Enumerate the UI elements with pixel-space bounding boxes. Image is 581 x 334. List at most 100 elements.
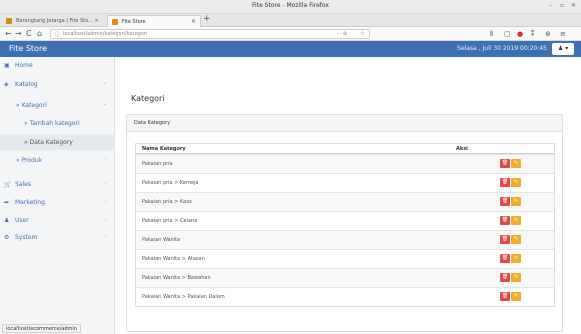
- table-row: Pakaian Wanita > Pakaian Dalam 🗑 ✎: [136, 287, 554, 306]
- edit-button[interactable]: ✎: [511, 197, 521, 206]
- sidebar-item-sales[interactable]: 🛒 Sales ‹: [0, 178, 115, 191]
- delete-button[interactable]: 🗑: [500, 235, 510, 244]
- sidebar-item-user[interactable]: ♟ User ‹: [0, 214, 115, 227]
- url-bar[interactable]: ⓘ localhost/admin/kategori/kategori ··· …: [50, 29, 370, 39]
- sidebar-item-label: » Data Kategory: [24, 138, 73, 146]
- kategori-name: Pakaian Wanita > Atasan: [142, 256, 205, 262]
- edit-button[interactable]: ✎: [511, 273, 521, 282]
- table-row: Pakaian Wanita 🗑 ✎: [136, 230, 554, 249]
- site-info-icon[interactable]: ⓘ: [55, 31, 60, 38]
- firefox-window: Fite Store - Mozilla Firefox – ▫ ✕ Baran…: [0, 0, 581, 334]
- home-button[interactable]: ⌂: [37, 29, 42, 39]
- cart-icon: 🛒: [4, 181, 12, 188]
- chevron-down-icon: ⌄: [102, 80, 107, 86]
- delete-button[interactable]: 🗑: [500, 159, 510, 168]
- table-row: Pakaian pria > Kaos 🗑 ✎: [136, 192, 554, 211]
- tab-favicon-icon: [112, 19, 118, 25]
- forward-button[interactable]: →: [15, 29, 22, 39]
- gear-icon: ⚙: [4, 234, 10, 241]
- sidebar-item-label: Home: [15, 62, 33, 69]
- brand-logo[interactable]: Fite Store: [9, 44, 47, 53]
- url-text[interactable]: localhost/admin/kategori/kategori: [63, 31, 147, 37]
- panel-header: Data Kategory: [127, 115, 562, 132]
- close-tab-icon[interactable]: ✕: [191, 18, 196, 25]
- sidebar-item-label: Sales: [15, 181, 31, 188]
- user-icon: ♟: [4, 217, 10, 224]
- addon-icon[interactable]: ●: [517, 30, 523, 38]
- delete-button[interactable]: 🗑: [500, 178, 510, 187]
- tab-fite-store[interactable]: Fite Store ✕: [107, 15, 201, 27]
- sidebar-item-label: User: [15, 217, 29, 224]
- maximize-button[interactable]: ▫: [560, 2, 564, 9]
- table-row: Pakaian pria > Celana 🗑 ✎: [136, 211, 554, 230]
- sidebar-item-tambah-kategori[interactable]: » Tambah kategori: [0, 115, 115, 132]
- home-icon: ▣: [4, 62, 10, 69]
- edit-button[interactable]: ✎: [511, 292, 521, 301]
- status-bar-url: localhost/ecommerce/admin: [2, 324, 81, 333]
- kategori-name: Pakaian Wanita > Pakaian Dalam: [142, 294, 225, 300]
- table-row: Pakaian Wanita > Bawahan 🗑 ✎: [136, 268, 554, 287]
- sidebar-item-produk[interactable]: » Produk ‹: [0, 153, 115, 168]
- column-header-aksi: Aksi: [456, 146, 468, 152]
- tag-icon: ◈: [4, 80, 9, 88]
- edit-button[interactable]: ✎: [511, 178, 521, 187]
- sidebar-item-label: » Produk: [16, 157, 43, 164]
- tab-label: Barangtang Jetarga | Fite Sto... ✕: [16, 18, 99, 24]
- library-icon[interactable]: ⫴: [490, 30, 493, 38]
- chevron-left-icon: ‹: [105, 156, 107, 162]
- new-tab-button[interactable]: +: [203, 15, 211, 24]
- tab-barang[interactable]: Barangtang Jetarga | Fite Sto... ✕: [2, 15, 106, 27]
- kategori-name: Pakaian Wanita > Bawahan: [142, 275, 211, 281]
- kategori-name: Pakaian pria > Celana: [142, 218, 198, 224]
- edit-button[interactable]: ✎: [511, 216, 521, 225]
- kategori-name: Pakaian pria > Kaos: [142, 199, 192, 205]
- sidebar-item-kategori[interactable]: » Kategori ⌄: [0, 97, 115, 113]
- kategori-name: Pakaian Wanita: [142, 237, 181, 243]
- sidebar-item-label: Katalog: [15, 80, 38, 88]
- kategori-name: Pakaian pria > Kemeja: [142, 180, 199, 186]
- window-title: Fite Store - Mozilla Firefox: [252, 2, 329, 9]
- chevron-left-icon: ‹: [105, 181, 107, 187]
- sidebar-toggle-icon[interactable]: ▢: [504, 30, 511, 38]
- table-header: Nama Kategory Aksi: [136, 144, 554, 154]
- delete-button[interactable]: 🗑: [500, 197, 510, 206]
- sidebar-item-data-kategory[interactable]: » Data Kategory: [0, 134, 115, 150]
- account-icon[interactable]: ⊛: [545, 30, 551, 38]
- sidebar-item-label: » Kategori: [16, 101, 47, 109]
- sidebar-item-home[interactable]: ▣ Home: [0, 59, 115, 72]
- kategori-name: Pakaian pria: [142, 161, 173, 167]
- nav-bar: ← → C ⌂ ⓘ localhost/admin/kategori/kateg…: [0, 27, 581, 41]
- reload-button[interactable]: C: [26, 29, 32, 39]
- main-content: Kategori Data Kategory Nama Kategory Aks…: [115, 57, 581, 334]
- panel-title: Data Kategory: [134, 120, 171, 126]
- sidebar-item-system[interactable]: ⚙ System ‹: [0, 231, 115, 244]
- minimize-button[interactable]: –: [549, 2, 552, 9]
- sidebar-item-katalog[interactable]: ◈ Katalog ⌄: [0, 73, 115, 95]
- edit-button[interactable]: ✎: [511, 159, 521, 168]
- column-header-nama: Nama Kategory: [142, 146, 186, 152]
- kategori-table: Nama Kategory Aksi Pakaian pria 🗑 ✎ Pakaian…: [135, 143, 555, 307]
- delete-button[interactable]: 🗑: [500, 216, 510, 225]
- edit-button[interactable]: ✎: [511, 254, 521, 263]
- delete-button[interactable]: 🗑: [500, 292, 510, 301]
- sidebar: ▣ Home ◈ Katalog ⌄ » Kategori ⌄ » Tambah…: [0, 57, 115, 334]
- delete-button[interactable]: 🗑: [500, 254, 510, 263]
- extension-icon[interactable]: ⁑: [531, 30, 535, 38]
- table-body: Pakaian pria 🗑 ✎ Pakaian pria > Kemeja 🗑 ✎ Pak…: [136, 154, 554, 306]
- back-button[interactable]: ←: [5, 29, 12, 39]
- data-panel: Data Kategory Nama Kategory Aksi Pakaian…: [126, 114, 563, 332]
- bookmark-star-icon[interactable]: ☆: [360, 30, 365, 37]
- edit-button[interactable]: ✎: [511, 235, 521, 244]
- page-actions-icon[interactable]: ··· ⊘: [336, 31, 347, 37]
- menu-icon[interactable]: ≡: [560, 30, 566, 38]
- app-header: Fite Store Selasa , Juli 30 2019 00:20:4…: [0, 41, 581, 57]
- tab-favicon-icon: [6, 18, 12, 24]
- user-menu-button[interactable]: ♟ ▾: [552, 43, 574, 55]
- page-title: Kategori: [131, 94, 165, 103]
- current-datetime: Selasa , Juli 30 2019 00:20:45: [457, 45, 547, 52]
- sidebar-item-marketing[interactable]: ➦ Marketing ‹: [0, 196, 115, 209]
- close-window-button[interactable]: ✕: [571, 2, 576, 9]
- share-icon: ➦: [4, 199, 10, 206]
- delete-button[interactable]: 🗑: [500, 273, 510, 282]
- table-row: Pakaian pria 🗑 ✎: [136, 154, 554, 173]
